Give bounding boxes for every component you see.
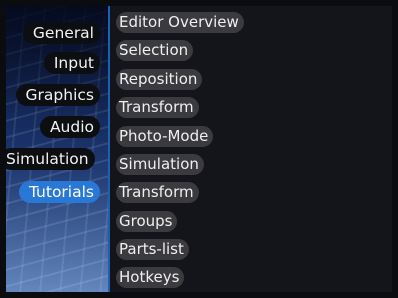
sidebar-item-tutorials[interactable]: Tutorials bbox=[18, 181, 100, 203]
tutorial-item-transform[interactable]: Transform bbox=[116, 97, 199, 118]
tutorial-item-editor-overview[interactable]: Editor Overview bbox=[116, 12, 244, 33]
tutorial-list: Editor Overview Selection Reposition Tra… bbox=[110, 6, 392, 292]
tutorial-item-groups[interactable]: Groups bbox=[116, 211, 178, 232]
sidebar: General Input Graphics Audio Simulation … bbox=[6, 6, 108, 292]
tutorial-item-parts-list[interactable]: Parts-list bbox=[116, 239, 189, 260]
tutorial-item-hotkeys[interactable]: Hotkeys bbox=[116, 267, 185, 288]
tutorial-item-simulation[interactable]: Simulation bbox=[116, 154, 204, 175]
tutorial-item-selection[interactable]: Selection bbox=[116, 40, 194, 61]
sidebar-item-graphics[interactable]: Graphics bbox=[15, 84, 100, 106]
tutorial-item-transform-2[interactable]: Transform bbox=[116, 182, 199, 203]
sidebar-item-audio[interactable]: Audio bbox=[39, 116, 100, 138]
tutorial-item-photo-mode[interactable]: Photo-Mode bbox=[116, 126, 214, 147]
sidebar-item-simulation[interactable]: Simulation bbox=[6, 148, 95, 170]
tutorial-item-reposition[interactable]: Reposition bbox=[116, 69, 203, 90]
sidebar-item-general[interactable]: General bbox=[22, 22, 100, 44]
sidebar-item-input[interactable]: Input bbox=[43, 52, 100, 74]
settings-window: General Input Graphics Audio Simulation … bbox=[0, 0, 398, 298]
